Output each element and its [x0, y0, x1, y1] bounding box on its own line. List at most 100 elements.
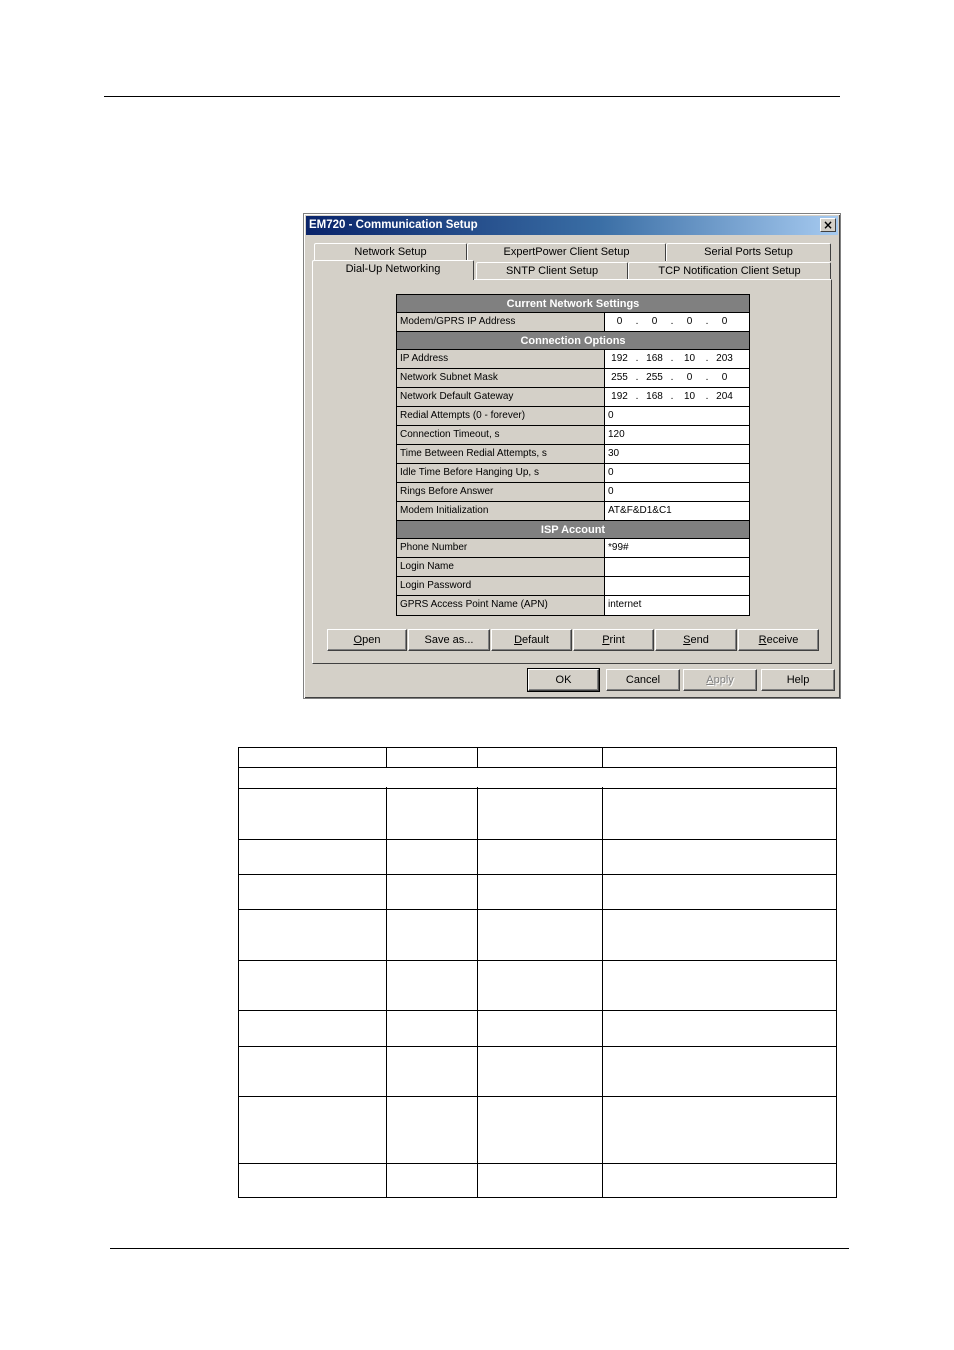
tab-label: SNTP Client Setup — [505, 265, 599, 277]
ok-button[interactable]: OK — [527, 668, 600, 692]
login-password-label: Login Password — [397, 577, 605, 595]
redial-interval-label: Time Between Redial Attempts, s — [397, 445, 605, 463]
communication-setup-dialog: EM720 - Communication Setup × Network Se… — [303, 213, 841, 699]
modem-ip-label: Modem/GPRS IP Address — [397, 313, 605, 331]
connection-options-header: Connection Options — [397, 332, 749, 350]
tab-dial-up-networking[interactable]: Dial-Up Networking — [312, 260, 474, 280]
button-label: pen — [362, 634, 381, 646]
title-bar[interactable]: EM720 - Communication Setup × — [306, 216, 838, 235]
tab-label: TCP Notification Client Setup — [658, 265, 801, 277]
redial-attempts-field[interactable]: 0 — [605, 407, 749, 425]
page-footer-rule — [110, 1248, 849, 1249]
default-gateway-field[interactable]: 192. 168. 10. 204 — [605, 388, 749, 406]
tab-serial-ports-setup[interactable]: Serial Ports Setup — [666, 243, 831, 261]
open-button[interactable]: Open — [327, 629, 407, 651]
mnemonic: O — [353, 634, 363, 646]
phone-number-label: Phone Number — [397, 539, 605, 557]
connection-timeout-label: Connection Timeout, s — [397, 426, 605, 444]
help-button[interactable]: Help — [761, 669, 835, 691]
login-password-field[interactable] — [605, 577, 749, 595]
login-name-field[interactable] — [605, 558, 749, 576]
tab-label: Serial Ports Setup — [704, 246, 793, 258]
rings-before-answer-field[interactable]: 0 — [605, 483, 749, 501]
row-divider — [239, 909, 836, 910]
redial-attempts-label: Redial Attempts (0 - forever) — [397, 407, 605, 425]
mnemonic: D — [514, 634, 523, 646]
ip-octet: 10 — [683, 391, 696, 402]
dial-up-networking-panel: Current Network Settings Modem/GPRS IP A… — [312, 279, 832, 664]
button-label: pply — [713, 674, 734, 686]
idle-time-field[interactable]: 0 — [605, 464, 749, 482]
modem-ip-row: Modem/GPRS IP Address 0. 0. 0. 0 — [397, 313, 749, 332]
ip-octet: 255 — [611, 372, 628, 383]
cancel-button[interactable]: Cancel — [606, 669, 680, 691]
row-divider — [239, 839, 836, 840]
print-button[interactable]: Print — [573, 629, 654, 651]
tab-sntp-client-setup[interactable]: SNTP Client Setup — [476, 262, 628, 280]
redial-attempts-row: Redial Attempts (0 - forever) 0 — [397, 407, 749, 426]
button-label: Help — [786, 674, 810, 686]
subnet-mask-row: Network Subnet Mask 255. 255. 0. 0 — [397, 369, 749, 388]
ip-address-field[interactable]: 192. 168. 10. 203 — [605, 350, 749, 368]
ip-octet: 0 — [721, 372, 728, 383]
login-name-row: Login Name — [397, 558, 749, 577]
modem-ip-field[interactable]: 0. 0. 0. 0 — [605, 313, 749, 331]
login-name-label: Login Name — [397, 558, 605, 576]
save-as-button[interactable]: Save as... — [408, 629, 490, 651]
receive-button[interactable]: Receive — [738, 629, 819, 651]
send-button[interactable]: Send — [655, 629, 737, 651]
button-label: end — [690, 634, 709, 646]
close-icon[interactable]: × — [820, 218, 836, 232]
modem-initialization-label: Modem Initialization — [397, 502, 605, 520]
button-label: Cancel — [625, 674, 661, 686]
redial-interval-field[interactable]: 30 — [605, 445, 749, 463]
mnemonic: R — [758, 634, 767, 646]
mnemonic: A — [706, 674, 714, 686]
ip-octet: 203 — [716, 353, 733, 364]
redial-interval-row: Time Between Redial Attempts, s 30 — [397, 445, 749, 464]
mnemonic: P — [602, 634, 610, 646]
tab-label: ExpertPower Client Setup — [503, 246, 630, 258]
ip-octet: 0 — [686, 372, 693, 383]
idle-time-label: Idle Time Before Hanging Up, s — [397, 464, 605, 482]
button-label: Save as... — [424, 634, 474, 646]
rings-before-answer-label: Rings Before Answer — [397, 483, 605, 501]
ip-octet: 192 — [611, 391, 628, 402]
apn-label: GPRS Access Point Name (APN) — [397, 596, 605, 615]
current-network-settings-header: Current Network Settings — [397, 295, 749, 313]
apn-row: GPRS Access Point Name (APN) internet — [397, 596, 749, 615]
tab-expertpower-client-setup[interactable]: ExpertPower Client Setup — [467, 243, 666, 261]
row-divider — [239, 960, 836, 961]
ip-octet: 0 — [651, 316, 658, 327]
row-divider — [239, 1046, 836, 1047]
ip-octet: 255 — [646, 372, 663, 383]
ip-octet: 204 — [716, 391, 733, 402]
subnet-mask-field[interactable]: 255. 255. 0. 0 — [605, 369, 749, 387]
phone-number-field[interactable]: *99# — [605, 539, 749, 557]
apn-field[interactable]: internet — [605, 596, 749, 615]
connection-timeout-row: Connection Timeout, s 120 — [397, 426, 749, 445]
default-button[interactable]: Default — [491, 629, 572, 651]
modem-initialization-field[interactable]: AT&F&D1&C1 — [605, 502, 749, 520]
connection-timeout-field[interactable]: 120 — [605, 426, 749, 444]
login-password-row: Login Password — [397, 577, 749, 596]
ip-address-label: IP Address — [397, 350, 605, 368]
tab-label: Network Setup — [354, 246, 427, 258]
phone-number-row: Phone Number *99# — [397, 539, 749, 558]
isp-account-header: ISP Account — [397, 521, 749, 539]
tab-network-setup[interactable]: Network Setup — [314, 243, 467, 261]
row-divider — [239, 1010, 836, 1011]
tab-label: Dial-Up Networking — [345, 263, 441, 275]
column-divider — [386, 748, 387, 1197]
parameters-table — [238, 747, 837, 1198]
idle-time-row: Idle Time Before Hanging Up, s 0 — [397, 464, 749, 483]
ip-octet: 168 — [646, 391, 663, 402]
dialog-title: EM720 - Communication Setup — [309, 219, 478, 231]
tab-tcp-notification-client-setup[interactable]: TCP Notification Client Setup — [628, 262, 831, 280]
button-label: OK — [555, 674, 572, 686]
subnet-mask-label: Network Subnet Mask — [397, 369, 605, 387]
ip-octet: 0 — [721, 316, 728, 327]
row-divider — [239, 1096, 836, 1097]
default-gateway-label: Network Default Gateway — [397, 388, 605, 406]
apply-button[interactable]: Apply — [683, 669, 757, 691]
